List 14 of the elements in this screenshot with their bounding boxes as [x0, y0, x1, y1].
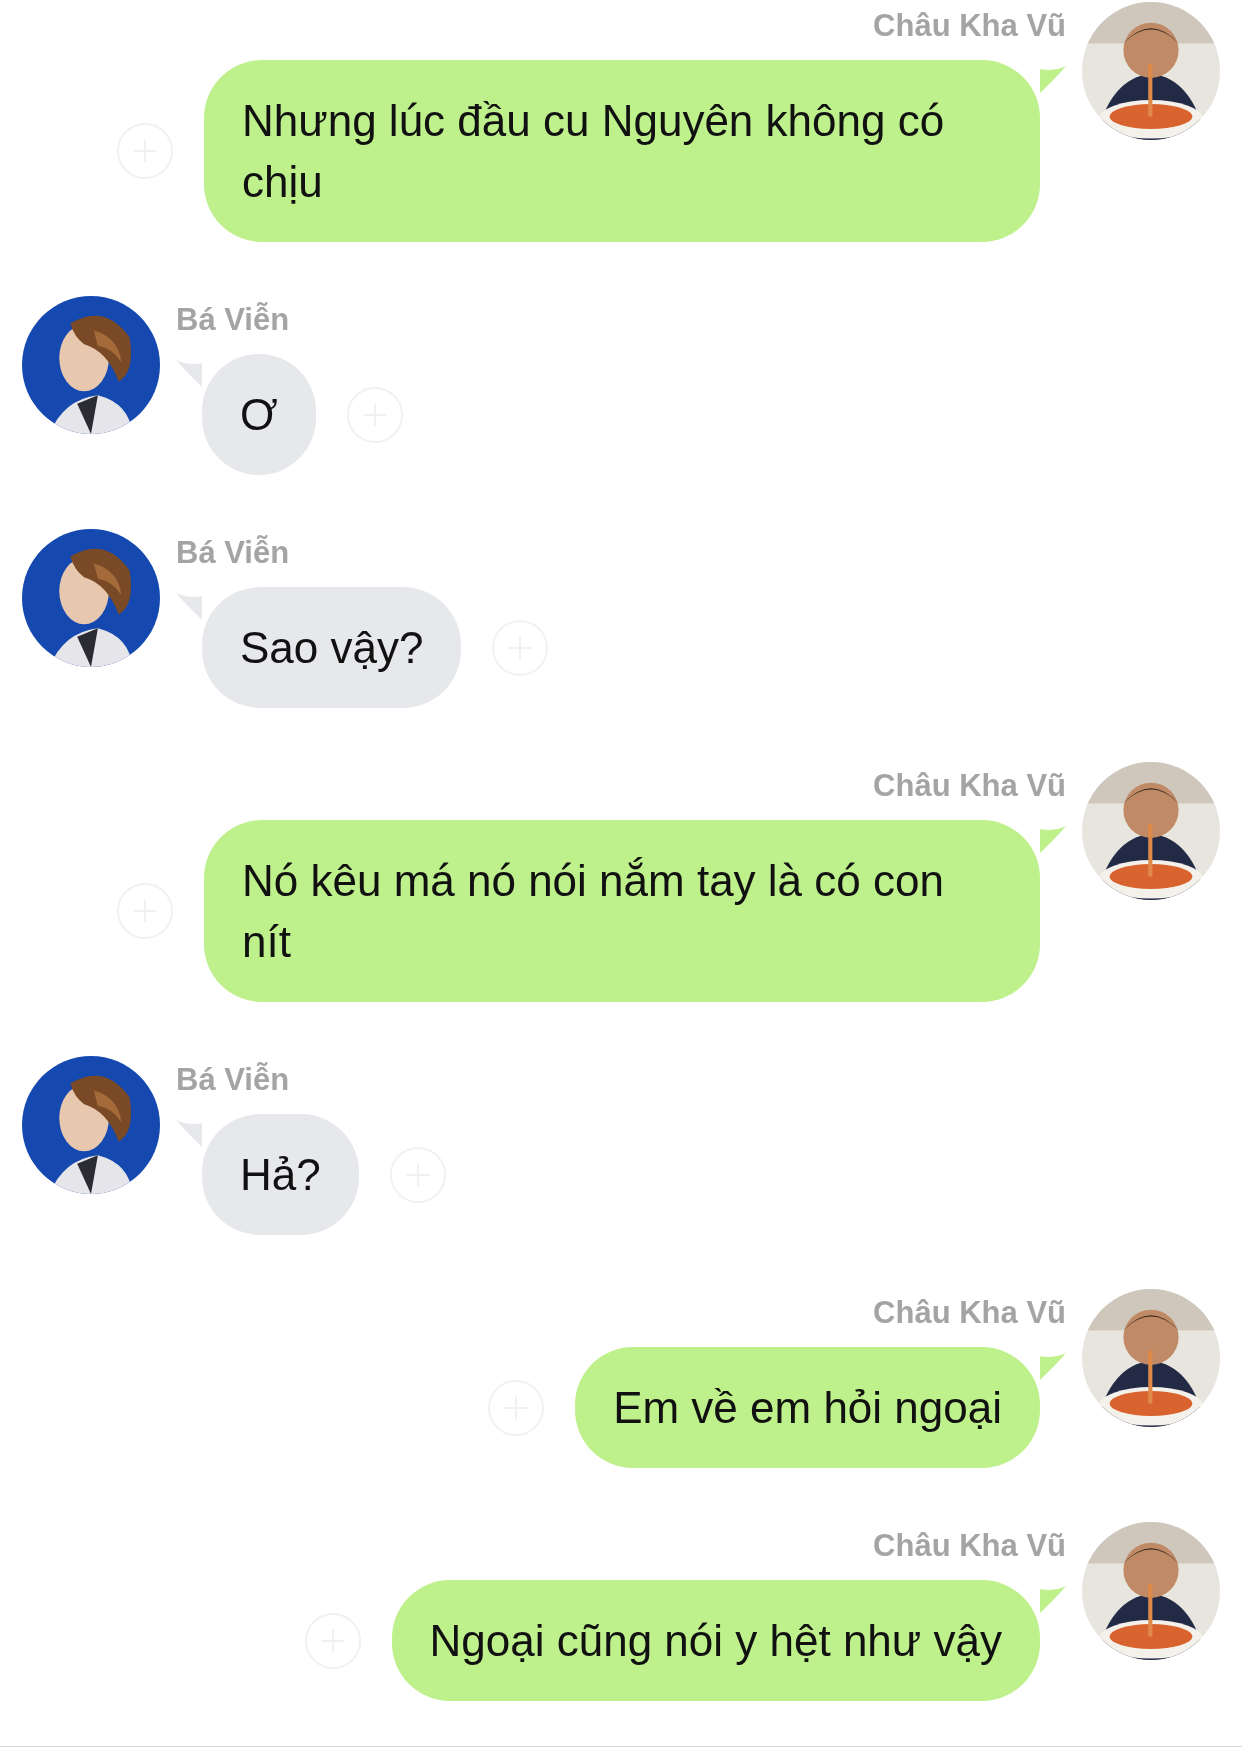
- message-bubble: Ơ: [202, 354, 316, 475]
- message-bubble: Sao vậy?: [202, 587, 462, 708]
- message-bubble: Nhưng lúc đầu cu Nguyên không có chịu: [204, 60, 1040, 242]
- message-bubble: Hả?: [202, 1114, 359, 1235]
- sender-name: Bá Viễn: [176, 1061, 290, 1099]
- sender-name: Châu Kha Vũ: [873, 1527, 1066, 1565]
- sender-name: Châu Kha Vũ: [873, 767, 1066, 805]
- sender-name: Bá Viễn: [176, 301, 290, 339]
- message-bubble: Em về em hỏi ngoại: [575, 1347, 1040, 1468]
- message-bubble: Ngoại cũng nói y hệt như vậy: [391, 1580, 1040, 1701]
- sender-name: Bá Viễn: [176, 534, 290, 572]
- sender-name: Châu Kha Vũ: [873, 7, 1066, 45]
- sender-name: Châu Kha Vũ: [873, 1294, 1066, 1332]
- message-bubble: Nó kêu má nó nói nắm tay là có con nít: [204, 820, 1040, 1002]
